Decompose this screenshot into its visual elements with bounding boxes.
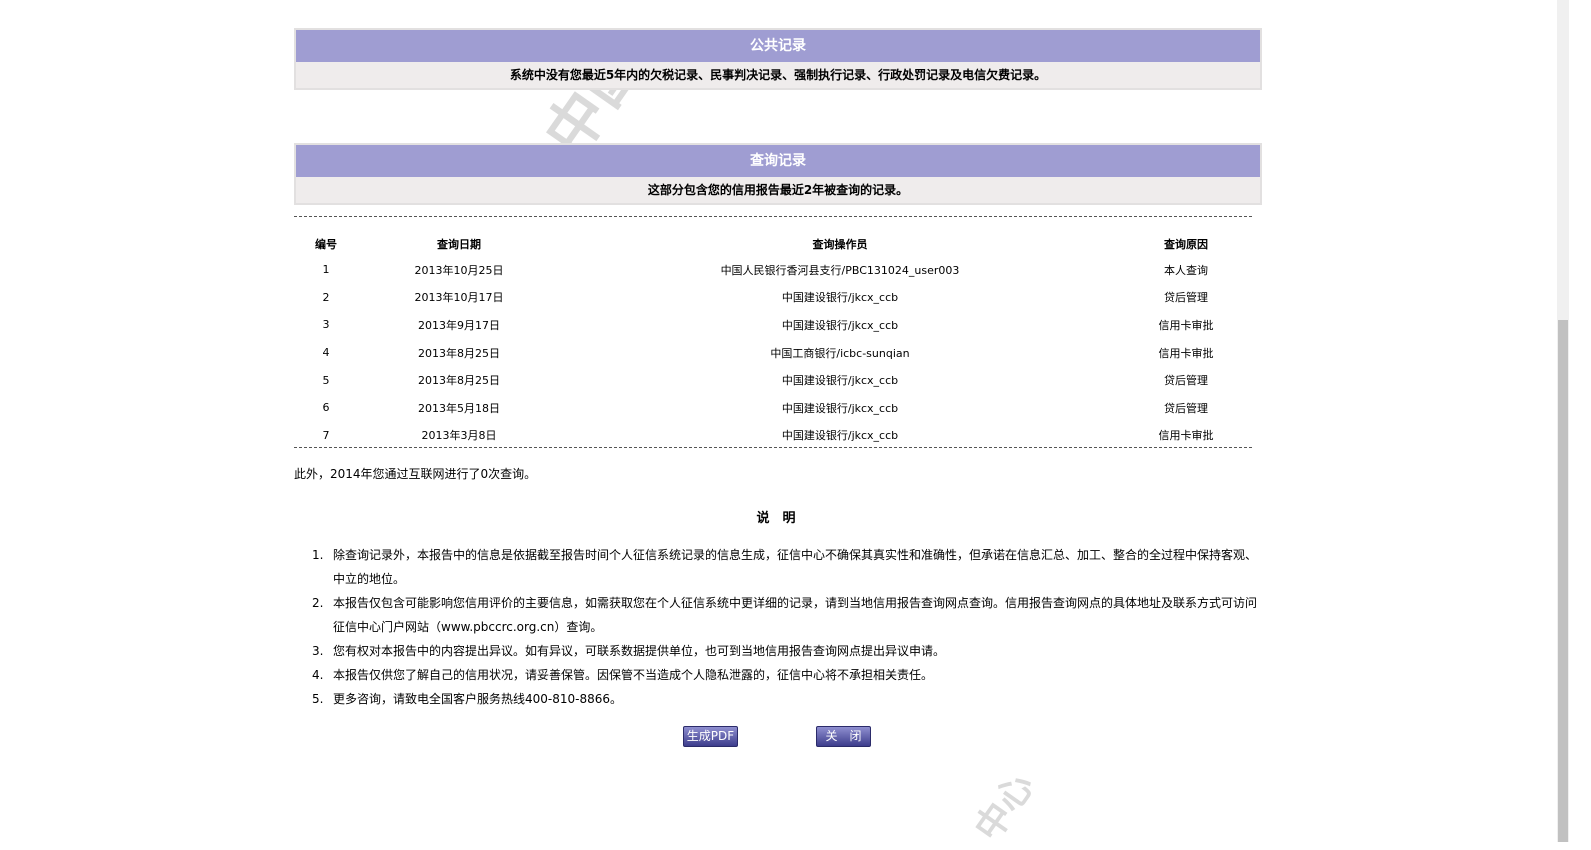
table-row: 3 2013年9月17日 中国建设银行/jkcx_ccb 信用卡审批: [294, 311, 1252, 339]
table-cell: 7: [322, 428, 330, 442]
table-cell: 中国建设银行/jkcx_ccb: [781, 374, 899, 388]
public-records-section: 公共记录 系统中没有您最近5年内的欠税记录、民事判决记录、强制执行记录、行政处罚…: [294, 28, 1262, 90]
note-text: 更多咨询，请致电全国客户服务热线400-810-8866。: [333, 692, 623, 706]
table-cell: 2: [322, 290, 330, 304]
table-cell: 3: [322, 318, 330, 332]
column-header: 查询日期: [437, 238, 481, 251]
table-cell: 贷后管理: [1164, 374, 1208, 388]
note-number: 4.: [312, 668, 324, 682]
query-records-section: 查询记录 这部分包含您的信用报告最近2年被查询的记录。: [294, 143, 1262, 205]
column-header: 编号: [315, 238, 337, 251]
table-cell: 2013年3月8日: [421, 429, 497, 443]
table-cell: 2013年10月17日: [414, 291, 504, 305]
scrollbar-thumb[interactable]: [1558, 320, 1568, 842]
table-cell: 2013年8月25日: [418, 346, 500, 360]
note-item: 1. 除查询记录外，本报告中的信息是依据截至报告时间个人征信系统记录的信息生成，征…: [312, 543, 1262, 591]
table-cell: 中国工商银行/icbc-sunqian: [770, 346, 910, 360]
table-row: 7 2013年3月8日 中国建设银行/jkcx_ccb 信用卡审批: [294, 422, 1252, 450]
note-text: 您有权对本报告中的内容提出异议。如有异议，可联系数据提供单位，也可到当地信用报告…: [333, 644, 946, 658]
table-row: 1 2013年10月25日 中国人民银行香河县支行/PBC131024_user00…: [294, 256, 1252, 284]
table-row: 5 2013年8月25日 中国建设银行/jkcx_ccb 贷后管理: [294, 366, 1252, 394]
note-number: 1.: [312, 548, 324, 562]
table-row: 4 2013年8月25日 中国工商银行/icbc-sunqian 信用卡审批: [294, 339, 1252, 367]
note-text: 本报告仅包含可能影响您信用评价的主要信息，如需获取您在个人征信系统中更详细的记录…: [333, 596, 1258, 634]
internet-query-note: 此外，2014年您通过互联网进行了0次查询。: [294, 467, 537, 481]
table-cell: 2013年10月25日: [414, 263, 504, 277]
table-cell: 5: [322, 373, 330, 387]
table-cell: 2013年5月18日: [418, 401, 500, 415]
close-button[interactable]: 关 闭: [816, 726, 871, 747]
note-item: 5. 更多咨询，请致电全国客户服务热线400-810-8866。: [312, 687, 1262, 711]
table-cell: 本人查询: [1164, 263, 1208, 277]
table-cell: 中国建设银行/jkcx_ccb: [781, 401, 899, 415]
note-number: 3.: [312, 644, 324, 658]
table-cell: 贷后管理: [1164, 291, 1208, 305]
table-row: 2 2013年10月17日 中国建设银行/jkcx_ccb 贷后管理: [294, 284, 1252, 312]
table-cell: 信用卡审批: [1158, 346, 1214, 360]
notes-title: 说 明: [756, 511, 796, 526]
public-records-message: 系统中没有您最近5年内的欠税记录、民事判决记录、强制执行记录、行政处罚记录及电信…: [509, 68, 1047, 82]
table-row: 6 2013年5月18日 中国建设银行/jkcx_ccb 贷后管理: [294, 394, 1252, 422]
table-cell: 中国人民银行香河县支行/PBC131024_user003: [720, 263, 960, 277]
column-header: 查询原因: [1164, 238, 1208, 251]
table-cell: 中国建设银行/jkcx_ccb: [781, 318, 899, 332]
notes-list: 1. 除查询记录外，本报告中的信息是依据截至报告时间个人征信系统记录的信息生成，征…: [312, 543, 1262, 711]
table-cell: 信用卡审批: [1158, 429, 1214, 443]
generate-pdf-button[interactable]: 生成PDF: [683, 726, 738, 747]
note-number: 5.: [312, 692, 324, 706]
table-cell: 4: [322, 346, 330, 360]
table-cell: 贷后管理: [1164, 401, 1208, 415]
column-header: 查询操作员: [812, 238, 868, 251]
note-item: 4. 本报告仅供您了解自己的信用状况，请妥善保管。因保管不当造成个人隐私泄露的，征…: [312, 663, 1262, 687]
note-text: 本报告仅供您了解自己的信用状况，请妥善保管。因保管不当造成个人隐私泄露的，征信中…: [333, 668, 934, 682]
table-cell: 中国建设银行/jkcx_ccb: [781, 291, 899, 305]
note-text: 除查询记录外，本报告中的信息是依据截至报告时间个人征信系统记录的信息生成，征信中…: [333, 548, 1258, 586]
public-records-title: 公共记录: [296, 30, 1260, 62]
note-item: 3. 您有权对本报告中的内容提出异议。如有异议，可联系数据提供单位，也可到当地信用…: [312, 639, 1262, 663]
note-number: 2.: [312, 596, 324, 610]
table-cell: 2013年8月25日: [418, 374, 500, 388]
query-records-message: 这部分包含您的信用报告最近2年被查询的记录。: [647, 183, 909, 197]
divider: [294, 447, 1252, 448]
watermark: 中心: [967, 766, 1043, 849]
table-cell: 中国建设银行/jkcx_ccb: [781, 429, 899, 443]
query-records-table: 编号 查询日期 查询操作员 查询原因 1 2013年10月25日 中国人民银行香河县…: [294, 232, 1252, 449]
table-cell: 2013年9月17日: [418, 318, 500, 332]
table-cell: 信用卡审批: [1158, 318, 1214, 332]
divider: [294, 216, 1252, 217]
note-item: 2. 本报告仅包含可能影响您信用评价的主要信息，如需获取您在个人征信系统中更详细的…: [312, 591, 1262, 639]
table-cell: 6: [322, 401, 330, 415]
table-cell: 1: [322, 263, 330, 277]
query-records-title: 查询记录: [296, 145, 1260, 177]
vertical-scrollbar[interactable]: [1557, 0, 1569, 842]
